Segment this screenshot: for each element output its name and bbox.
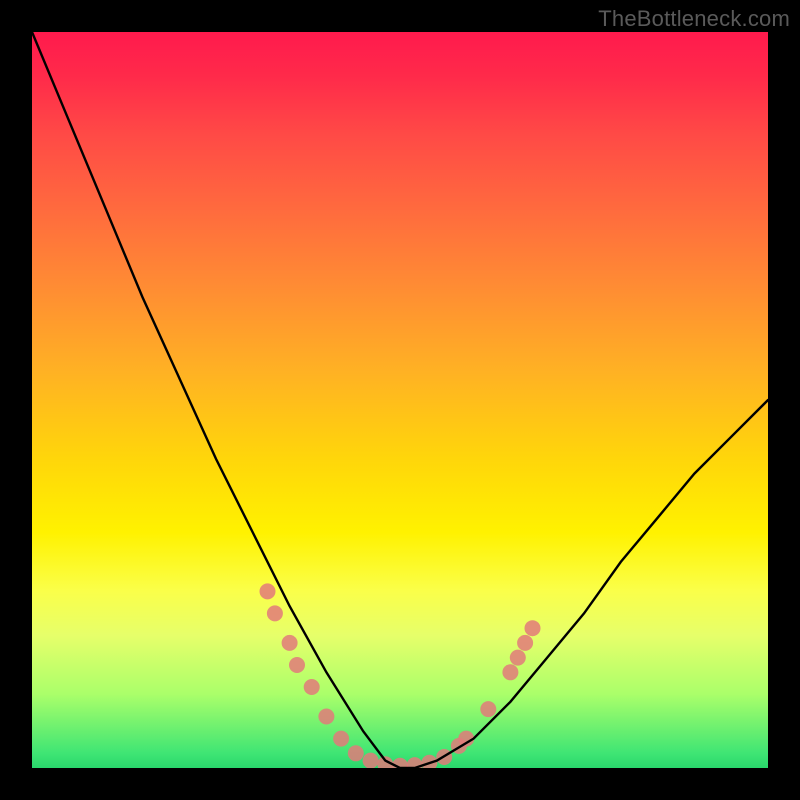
curve-marker: [333, 731, 349, 747]
curve-layer: [32, 32, 768, 768]
curve-marker: [480, 701, 496, 717]
curve-marker: [517, 635, 533, 651]
curve-marker: [502, 664, 518, 680]
curve-marker: [363, 753, 379, 768]
curve-marker: [289, 657, 305, 673]
curve-marker: [525, 620, 541, 636]
curve-marker: [267, 605, 283, 621]
curve-markers: [260, 583, 541, 768]
curve-marker: [510, 650, 526, 666]
curve-marker: [348, 745, 364, 761]
curve-marker: [282, 635, 298, 651]
watermark-text: TheBottleneck.com: [598, 6, 790, 32]
bottleneck-curve: [32, 32, 768, 768]
curve-marker: [260, 583, 276, 599]
chart-frame: TheBottleneck.com: [0, 0, 800, 800]
curve-marker: [304, 679, 320, 695]
plot-area: [32, 32, 768, 768]
curve-marker: [318, 709, 334, 725]
